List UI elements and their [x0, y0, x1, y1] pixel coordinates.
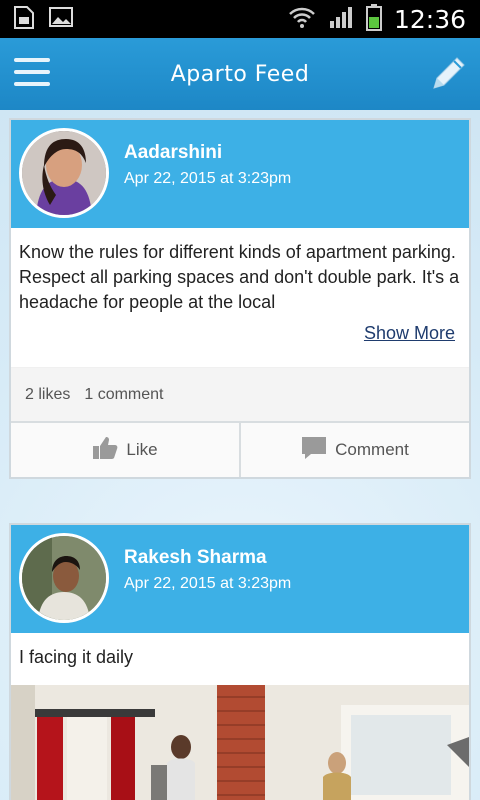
wifi-icon: [288, 5, 316, 33]
post-header: Aadarshini Apr 22, 2015 at 3:23pm: [11, 120, 469, 228]
post-author[interactable]: Aadarshini: [124, 142, 222, 164]
sd-card-icon: [12, 4, 36, 34]
app-bar: Aparto Feed: [0, 38, 480, 110]
post-date: Apr 22, 2015 at 3:23pm: [124, 575, 292, 592]
like-button[interactable]: Like: [11, 423, 239, 477]
menu-icon[interactable]: [14, 58, 50, 90]
comments-count[interactable]: 1 comment: [84, 386, 163, 404]
post-author[interactable]: Rakesh Sharma: [124, 547, 267, 569]
thumbs-up-icon: [92, 436, 118, 465]
post-date: Apr 22, 2015 at 3:23pm: [124, 170, 292, 187]
status-bar: 12:36: [0, 0, 480, 38]
likes-count[interactable]: 2 likes: [25, 386, 70, 404]
post-stats: 2 likes 1 comment: [11, 367, 469, 421]
show-more-link[interactable]: Show More: [364, 323, 455, 344]
post-card: Aadarshini Apr 22, 2015 at 3:23pm Know t…: [9, 118, 471, 479]
image-icon: [48, 6, 74, 32]
page-title: Aparto Feed: [170, 61, 310, 87]
comment-icon: [301, 436, 327, 465]
post-image[interactable]: [11, 685, 469, 800]
post-header: Rakesh Sharma Apr 22, 2015 at 3:23pm: [11, 525, 469, 633]
avatar[interactable]: [19, 533, 109, 623]
signal-icon: [328, 5, 354, 33]
edit-pencil-icon[interactable]: [428, 54, 468, 94]
like-label: Like: [126, 440, 158, 459]
comment-button[interactable]: Comment: [239, 423, 469, 477]
show-more-row: Show More: [11, 315, 469, 367]
avatar[interactable]: [19, 128, 109, 218]
battery-icon: [365, 3, 382, 35]
post-card: Rakesh Sharma Apr 22, 2015 at 3:23pm I f…: [9, 523, 471, 800]
post-actions: Like Comment: [11, 421, 469, 477]
comment-label: Comment: [335, 440, 409, 459]
post-text: Know the rules for different kinds of ap…: [19, 242, 460, 312]
status-time: 12:36: [393, 4, 466, 34]
feed[interactable]: Aadarshini Apr 22, 2015 at 3:23pm Know t…: [0, 110, 480, 800]
post-text: I facing it daily: [19, 647, 134, 667]
